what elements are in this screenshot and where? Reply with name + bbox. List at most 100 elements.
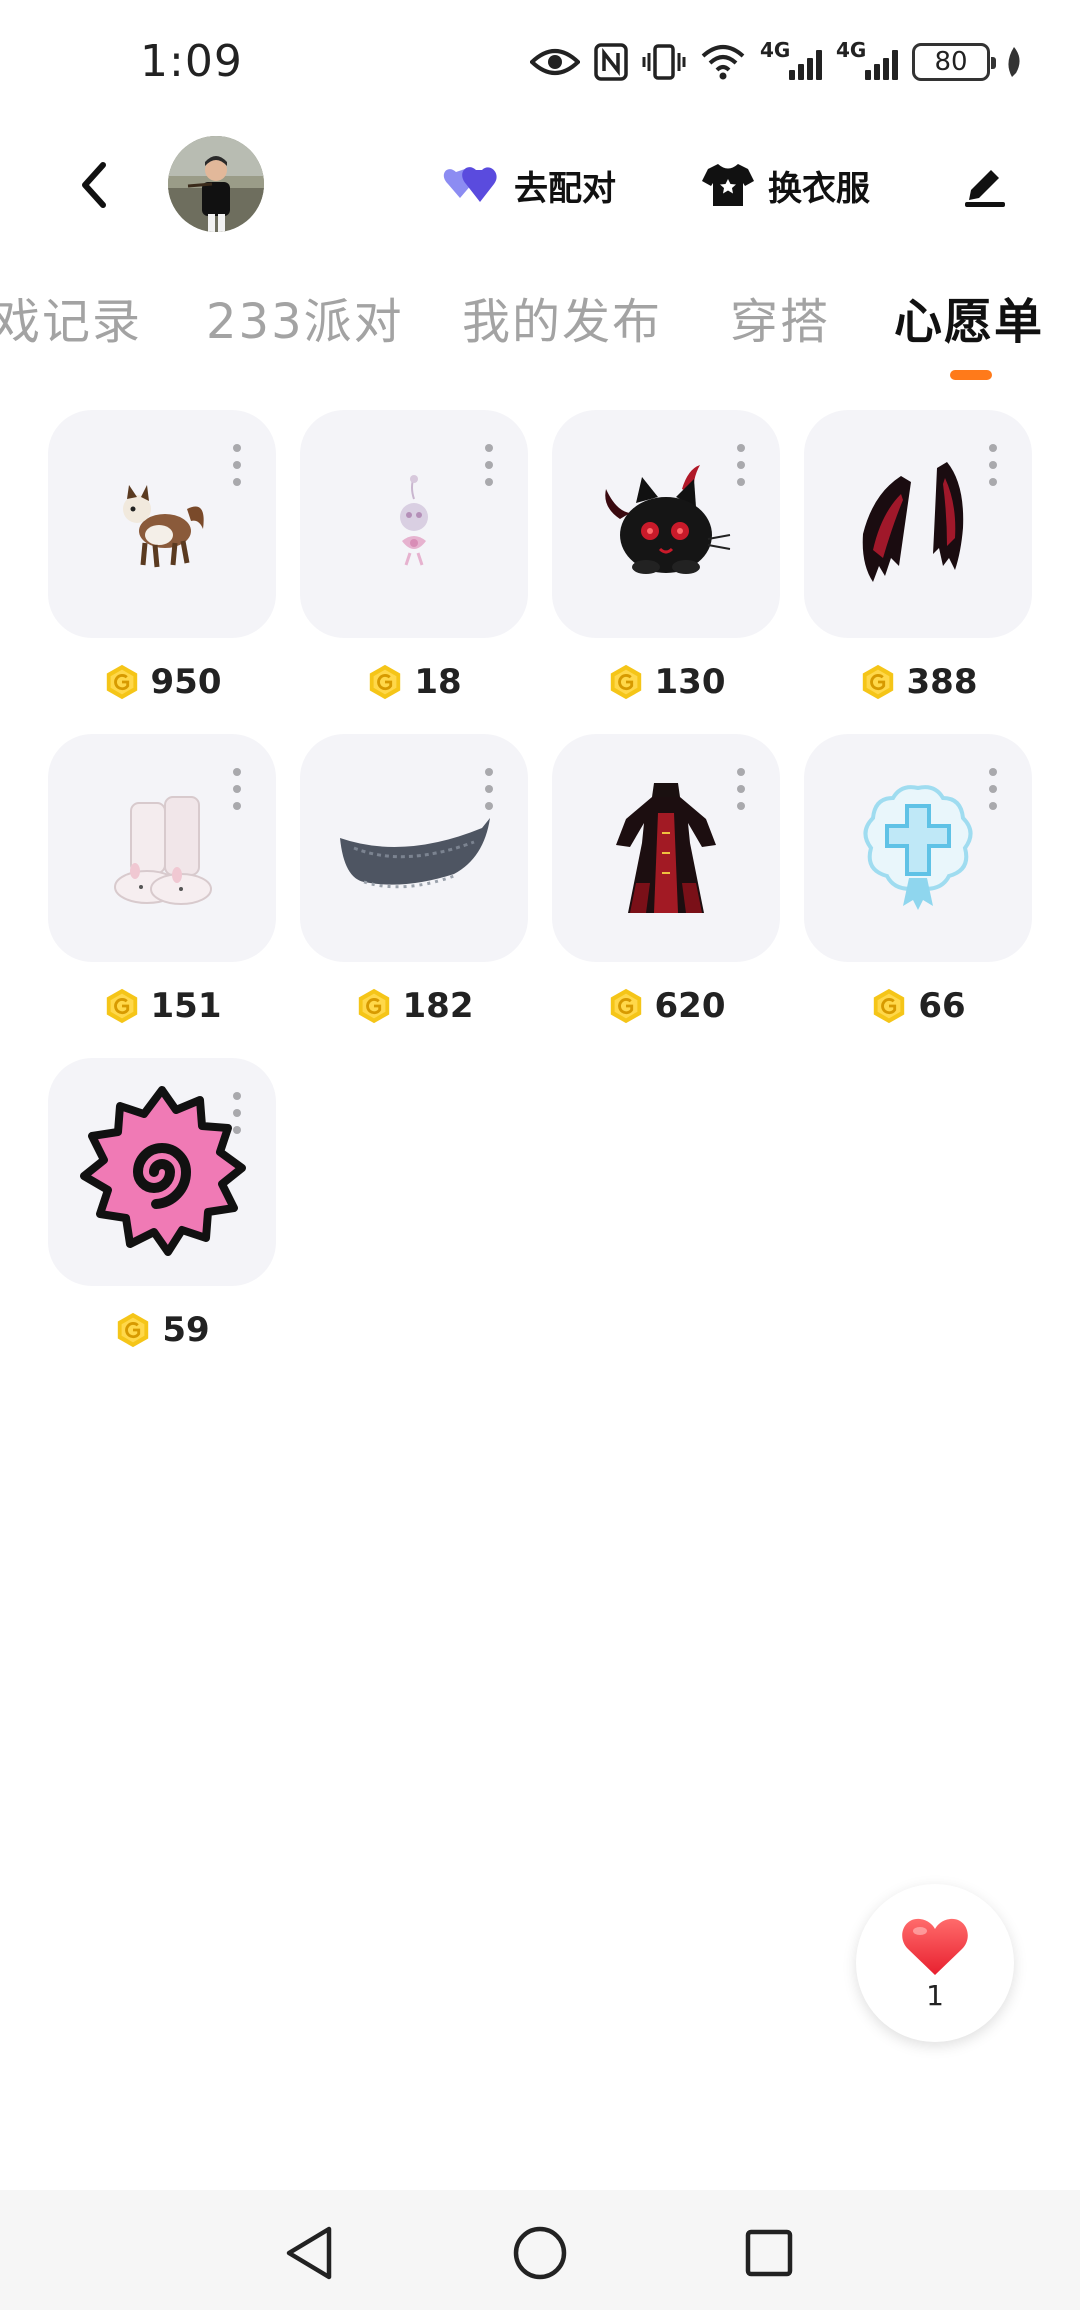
tab-outfits[interactable]: 穿搭 — [730, 282, 830, 352]
more-options-icon[interactable] — [988, 444, 998, 486]
heart-icon — [902, 1918, 968, 1975]
wishlist-item[interactable]: 388 — [804, 410, 1032, 734]
pen-icon — [965, 170, 1005, 207]
status-icons: 4G 4G 80 — [530, 38, 1024, 86]
back-arrow-icon — [82, 162, 106, 208]
wishlist-grid: 950 18 130 388 151 182 620 66 59 — [48, 410, 1032, 1382]
item-thumbnail[interactable] — [48, 734, 276, 962]
battery-level: 80 — [934, 47, 968, 77]
wishlist-item[interactable]: 151 — [48, 734, 276, 1058]
status-bar: 1:09 4G 4G 80 — [0, 0, 1080, 130]
price-value: 59 — [162, 1310, 210, 1350]
wishlist-item[interactable]: 620 — [552, 734, 780, 1058]
eye-icon — [530, 38, 580, 86]
avatar[interactable] — [168, 136, 264, 232]
tab-game-history[interactable]: 戏记录 — [0, 282, 142, 352]
square-recents-icon — [745, 2229, 793, 2277]
pink-swirl-sticker-image — [80, 1086, 246, 1256]
item-price: 151 — [48, 962, 276, 1042]
network-type: 4G — [760, 38, 791, 62]
more-options-icon[interactable] — [484, 444, 494, 486]
battery-icon: 80 — [912, 43, 996, 81]
wishlist-item[interactable]: 66 — [804, 734, 1032, 1058]
price-value: 130 — [654, 662, 726, 702]
wishlist-heart-button[interactable]: 1 — [856, 1884, 1014, 2042]
price-value: 182 — [402, 986, 474, 1026]
change-outfit-button[interactable]: 换衣服 — [700, 152, 870, 218]
item-price: 18 — [300, 638, 528, 718]
item-thumbnail[interactable] — [804, 734, 1032, 962]
leaf-icon — [1004, 38, 1024, 86]
tab-233-party[interactable]: 233派对 — [206, 282, 404, 352]
coin-icon — [358, 988, 389, 1024]
nav-home-button[interactable] — [505, 2218, 575, 2288]
edit-button[interactable] — [955, 154, 1015, 214]
item-price: 620 — [552, 962, 780, 1042]
more-options-icon[interactable] — [736, 444, 746, 486]
wishlist-item[interactable]: 59 — [48, 1058, 276, 1382]
shirt-icon — [702, 164, 754, 206]
more-options-icon[interactable] — [484, 768, 494, 810]
bat-wings-image — [862, 462, 964, 582]
price-value: 151 — [150, 986, 222, 1026]
price-value: 620 — [654, 986, 726, 1026]
item-thumbnail[interactable] — [48, 410, 276, 638]
item-price: 950 — [48, 638, 276, 718]
blue-cross-badge-image — [863, 785, 973, 910]
more-options-icon[interactable] — [232, 444, 242, 486]
item-thumbnail[interactable] — [552, 734, 780, 962]
heart-count: 1 — [926, 1978, 944, 2012]
devil-cat-hat-image — [605, 465, 731, 574]
price-value: 66 — [918, 986, 966, 1026]
wishlist-item[interactable]: 130 — [552, 410, 780, 734]
item-thumbnail[interactable] — [300, 734, 528, 962]
outfit-label: 换衣服 — [768, 168, 870, 209]
signal-4g-icon: 4G — [836, 38, 898, 86]
coin-icon — [106, 664, 137, 700]
coin-icon — [610, 664, 641, 700]
hearts-icon — [443, 167, 497, 202]
coin-icon — [862, 664, 893, 700]
price-value: 18 — [414, 662, 462, 702]
circle-home-icon — [513, 2226, 567, 2280]
more-options-icon[interactable] — [232, 768, 242, 810]
pair-button[interactable]: 去配对 — [442, 152, 616, 218]
wifi-icon — [700, 38, 746, 86]
wishlist-item[interactable]: 950 — [48, 410, 276, 734]
price-value: 950 — [150, 662, 222, 702]
profile-header: 去配对 换衣服 — [0, 130, 1080, 240]
nav-back-button[interactable] — [274, 2218, 344, 2288]
item-thumbnail[interactable] — [300, 410, 528, 638]
item-thumbnail[interactable] — [48, 1058, 276, 1286]
price-value: 388 — [906, 662, 978, 702]
coin-icon — [370, 664, 401, 700]
vibrate-icon — [642, 38, 686, 86]
item-price: 388 — [804, 638, 1032, 718]
item-price: 130 — [552, 638, 780, 718]
more-options-icon[interactable] — [736, 768, 746, 810]
item-price: 66 — [804, 962, 1032, 1042]
profile-tabs: 戏记录 233派对 我的发布 穿搭 心愿单 — [0, 270, 1080, 380]
pink-charm-image — [400, 475, 428, 566]
pair-label: 去配对 — [514, 168, 616, 209]
network-type: 4G — [836, 38, 867, 62]
item-thumbnail[interactable] — [804, 410, 1032, 638]
item-price: 182 — [300, 962, 528, 1042]
coin-icon — [118, 1312, 149, 1348]
more-options-icon[interactable] — [232, 1092, 242, 1134]
active-tab-indicator — [950, 370, 992, 380]
back-button[interactable] — [64, 152, 124, 218]
bunny-boots-image — [114, 796, 212, 905]
red-black-dress-image — [616, 783, 716, 913]
wishlist-item[interactable]: 182 — [300, 734, 528, 1058]
nfc-icon — [594, 38, 628, 86]
triangle-back-icon — [286, 2226, 332, 2280]
tab-wishlist[interactable]: 心愿单 — [894, 282, 1044, 352]
coin-icon — [610, 988, 641, 1024]
tab-my-posts[interactable]: 我的发布 — [462, 282, 662, 352]
grey-scarf-image — [340, 818, 490, 889]
more-options-icon[interactable] — [988, 768, 998, 810]
nav-recents-button[interactable] — [734, 2218, 804, 2288]
wishlist-item[interactable]: 18 — [300, 410, 528, 734]
item-thumbnail[interactable] — [552, 410, 780, 638]
